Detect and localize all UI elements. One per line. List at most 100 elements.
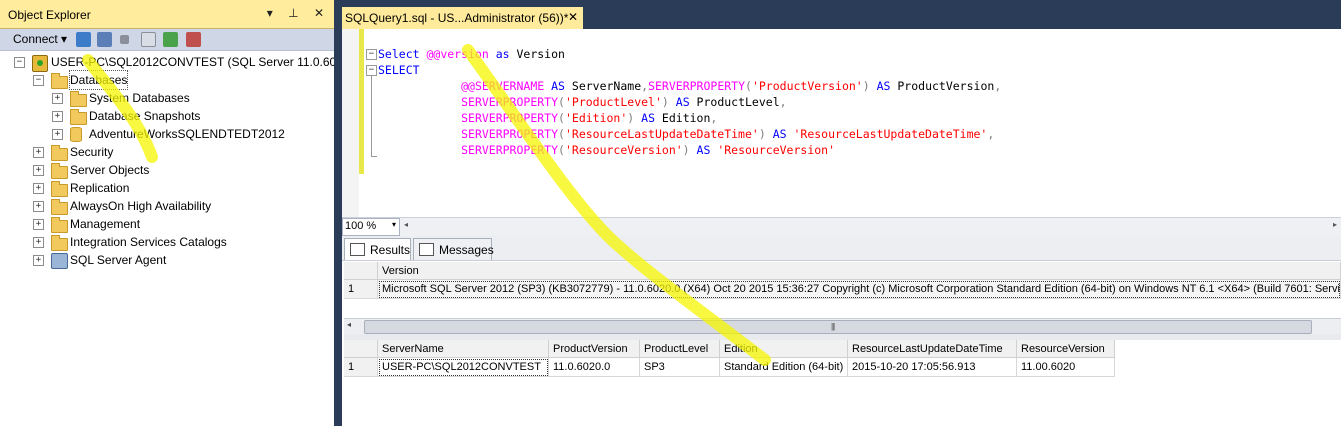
- agent-icon: [51, 253, 68, 269]
- tab-results[interactable]: Results: [344, 238, 411, 260]
- object-explorer-title-bar: Object Explorer ▾ ⊥ ✕: [0, 0, 334, 29]
- column-header-version[interactable]: Version: [378, 262, 1341, 280]
- code-token: 'ProductLevel': [564, 95, 662, 109]
- column-header[interactable]: ResourceVersion: [1017, 340, 1115, 358]
- expand-icon[interactable]: +: [33, 201, 44, 212]
- pane-splitter[interactable]: [334, 0, 342, 426]
- tree-node-label[interactable]: AlwaysOn High Availability: [70, 197, 211, 215]
- collapse-icon[interactable]: −: [14, 57, 25, 68]
- expand-icon[interactable]: +: [33, 165, 44, 176]
- code-token: Version: [516, 47, 565, 61]
- tab-sqlquery1[interactable]: SQLQuery1.sql - US...Administrator (56))…: [342, 7, 583, 29]
- collapse-icon[interactable]: −: [33, 75, 44, 86]
- tree-node-label[interactable]: USER-PC\SQL2012CONVTEST (SQL Server 11.0…: [51, 53, 357, 71]
- tree-node-label[interactable]: Server Objects: [70, 161, 149, 179]
- code-token: as: [488, 47, 517, 61]
- expand-icon[interactable]: +: [33, 237, 44, 248]
- refresh-icon[interactable]: [163, 32, 178, 47]
- expand-icon[interactable]: +: [33, 147, 44, 158]
- tree-node-label[interactable]: Management: [70, 215, 140, 233]
- object-explorer-title: Object Explorer: [8, 8, 91, 22]
- row-number[interactable]: 1: [344, 358, 378, 377]
- stop-icon[interactable]: [120, 35, 129, 44]
- zoom-select[interactable]: 100 % ▾: [342, 218, 400, 236]
- code-line[interactable]: SERVERPROPERTY('ResourceVersion') AS 'Re…: [378, 142, 835, 158]
- tree-node-label[interactable]: AdventureWorksSQLENDTEDT2012: [89, 125, 285, 143]
- grid-cell[interactable]: SP3: [640, 358, 720, 377]
- code-line[interactable]: SERVERPROPERTY('ResourceLastUpdateDateTi…: [378, 126, 994, 142]
- activity-monitor-icon[interactable]: [186, 32, 201, 47]
- connect-button[interactable]: Connect ▾: [13, 32, 67, 46]
- object-explorer-tree: − USER-PC\SQL2012CONVTEST (SQL Server 11.…: [0, 51, 357, 426]
- row-number[interactable]: 1: [344, 280, 378, 299]
- code-token: @@SERVERNAME: [461, 79, 545, 93]
- scroll-right-icon[interactable]: ▸: [1333, 220, 1337, 229]
- connect-object-explorer-icon[interactable]: [76, 32, 91, 47]
- folder-icon: [51, 73, 68, 89]
- code-token: SERVERPROPERTY: [461, 111, 559, 125]
- grid-cell[interactable]: 11.00.6020: [1017, 358, 1115, 377]
- code-token: SERVERPROPERTY: [461, 95, 559, 109]
- object-explorer-toolbar: Connect ▾: [0, 29, 334, 51]
- filter-icon[interactable]: [141, 32, 156, 47]
- change-indicator-bar: [359, 29, 364, 174]
- code-token: Select: [378, 47, 427, 61]
- column-header[interactable]: ResourceLastUpdateDateTime: [848, 340, 1017, 358]
- collapse-icon[interactable]: −: [366, 65, 377, 76]
- row-header-corner: [344, 340, 378, 358]
- code-token: 'ProductVersion': [751, 79, 863, 93]
- expand-icon[interactable]: +: [33, 255, 44, 266]
- grid-cell[interactable]: Standard Edition (64-bit): [720, 358, 848, 377]
- pane-buttons[interactable]: ▾ ⊥ ✕: [267, 6, 330, 20]
- version-grid: Version 1 Microsoft SQL Server 2012 (SP3…: [344, 262, 1341, 318]
- expand-icon[interactable]: +: [52, 129, 63, 140]
- tree-node-label[interactable]: System Databases: [89, 89, 190, 107]
- grid-cell[interactable]: USER-PC\SQL2012CONVTEST: [378, 358, 549, 377]
- expand-icon[interactable]: +: [52, 93, 63, 104]
- close-icon[interactable]: ✕: [568, 10, 578, 24]
- tree-node-label[interactable]: Replication: [70, 179, 129, 197]
- tree-node-label[interactable]: Database Snapshots: [89, 107, 200, 125]
- code-line[interactable]: SERVERPROPERTY('Edition') AS Edition,: [378, 110, 717, 126]
- tree-node-label[interactable]: Databases: [68, 70, 129, 90]
- folder-icon: [51, 199, 68, 215]
- column-header[interactable]: ProductVersion: [549, 340, 640, 358]
- expand-icon[interactable]: +: [52, 111, 63, 122]
- grid-cell[interactable]: 2015-10-20 17:05:56.913: [848, 358, 1017, 377]
- scroll-left-icon[interactable]: ◂: [347, 320, 351, 329]
- column-header[interactable]: Edition: [720, 340, 848, 358]
- code-token: SERVERPROPERTY: [461, 143, 559, 157]
- code-token: (: [558, 111, 565, 125]
- chevron-down-icon: ▾: [391, 220, 396, 229]
- code-line[interactable]: Select @@version as Version: [378, 46, 565, 62]
- code-token: (: [558, 143, 565, 157]
- grid-cell-version[interactable]: Microsoft SQL Server 2012 (SP3) (KB30727…: [378, 280, 1341, 299]
- row-header-corner: [344, 262, 378, 280]
- tree-node-label[interactable]: SQL Server Agent: [70, 251, 166, 269]
- outline-line: [371, 76, 372, 157]
- tree-node-label[interactable]: Integration Services Catalogs: [70, 233, 227, 251]
- code-token: ,: [710, 111, 718, 125]
- disconnect-icon[interactable]: [97, 32, 112, 47]
- column-header[interactable]: ServerName: [378, 340, 549, 358]
- server-icon: [32, 55, 48, 72]
- code-token: ): [758, 127, 766, 141]
- code-line[interactable]: SERVERPROPERTY('ProductLevel') AS Produc…: [378, 94, 786, 110]
- grid-cell[interactable]: 11.0.6020.0: [549, 358, 640, 377]
- scrollbar-thumb[interactable]: |||: [364, 320, 1312, 334]
- grid-icon: [350, 243, 365, 256]
- collapse-icon[interactable]: −: [366, 49, 377, 60]
- scroll-left-icon[interactable]: ◂: [404, 220, 408, 229]
- tab-messages[interactable]: Messages: [413, 238, 494, 260]
- code-line[interactable]: @@SERVERNAME AS ServerName, SERVERPROPERT…: [378, 78, 1001, 94]
- expand-icon[interactable]: +: [33, 219, 44, 230]
- code-token: (: [745, 79, 752, 93]
- expand-icon[interactable]: +: [33, 183, 44, 194]
- column-header[interactable]: ProductLevel: [640, 340, 720, 358]
- code-token: ,: [987, 127, 995, 141]
- tree-node-label[interactable]: Security: [70, 143, 113, 161]
- code-line[interactable]: SELECT: [378, 62, 420, 78]
